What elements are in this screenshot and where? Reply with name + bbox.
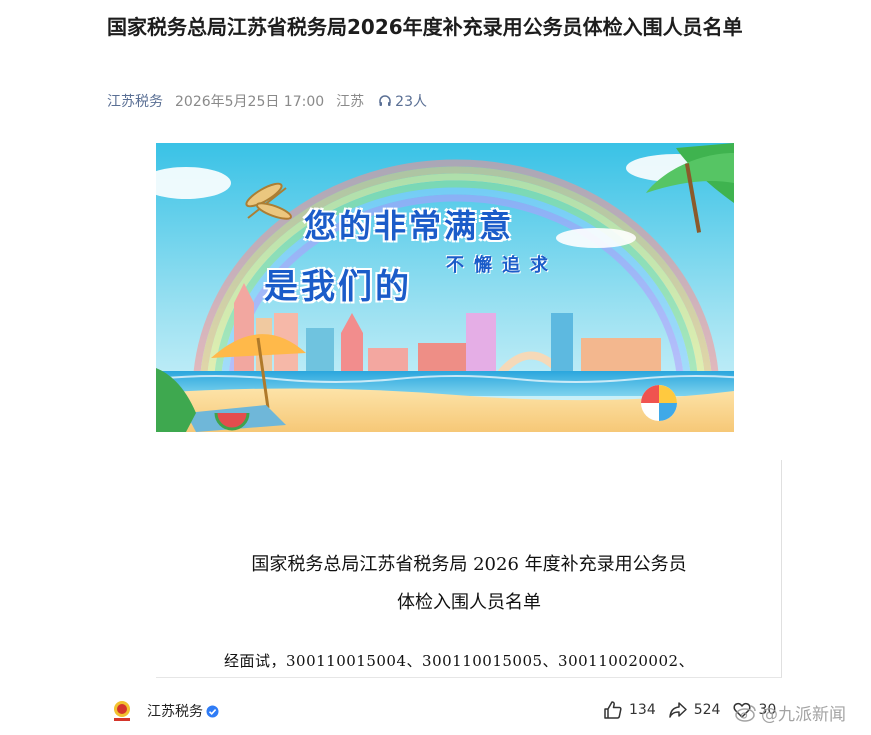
account-name[interactable]: 江苏税务 [147,701,203,721]
document-title-line1: 国家税务总局江苏省税务局 2026 年度补充录用公务员 [251,554,687,575]
document-body: 经面试，300110015004、300110015005、3001100200… [224,652,695,670]
document-title: 国家税务总局江苏省税务局 2026 年度补充录用公务员 体检入围人员名单 [156,546,782,622]
share-count: 524 [693,702,721,718]
like-count: 134 [629,702,656,718]
publish-date: 2026年5月25日 17:00 [175,94,325,110]
tax-emblem-icon [114,701,130,721]
account-avatar[interactable] [107,696,137,726]
listen-count: 23人 [395,94,427,110]
bottom-action-bar: 江苏税务 134 524 30 @九派新闻 [0,688,871,735]
article-page: 国家税务总局江苏省税务局2026年度补充录用公务员体检入围人员名单 江苏税务 2… [0,0,871,735]
share-icon [668,702,687,718]
watermark-text: @九派新闻 [761,705,846,725]
document-title-line2: 体检入围人员名单 [397,592,541,613]
document-image: 国家税务总局江苏省税务局 2026 年度补充录用公务员 体检入围人员名单 经面试… [156,460,782,678]
like-button[interactable]: 134 [603,700,656,720]
banner-image: 您的非常满意 是我们的 不懈追求 [156,143,734,432]
headphones-icon [379,95,391,106]
verified-badge-icon [206,705,219,717]
share-button[interactable]: 524 [668,700,721,720]
thumbs-up-icon [604,701,622,719]
account-info[interactable]: 江苏税务 [107,696,219,726]
banner-slogan-line1: 您的非常满意 [304,207,515,245]
article-title: 国家税务总局江苏省税务局2026年度补充录用公务员体检入围人员名单 [107,15,743,39]
weibo-logo-icon [735,704,756,722]
banner-slogan-line2: 是我们的 [264,267,412,307]
location: 江苏 [336,94,365,110]
banner-slogan-line3: 不懈追求 [446,255,558,276]
listen-button[interactable]: 23人 [378,91,427,111]
article-meta: 江苏税务 2026年5月25日 17:00 江苏 23人 [107,91,427,111]
weibo-watermark: @九派新闻 [735,700,846,725]
author-link[interactable]: 江苏税务 [107,91,163,111]
